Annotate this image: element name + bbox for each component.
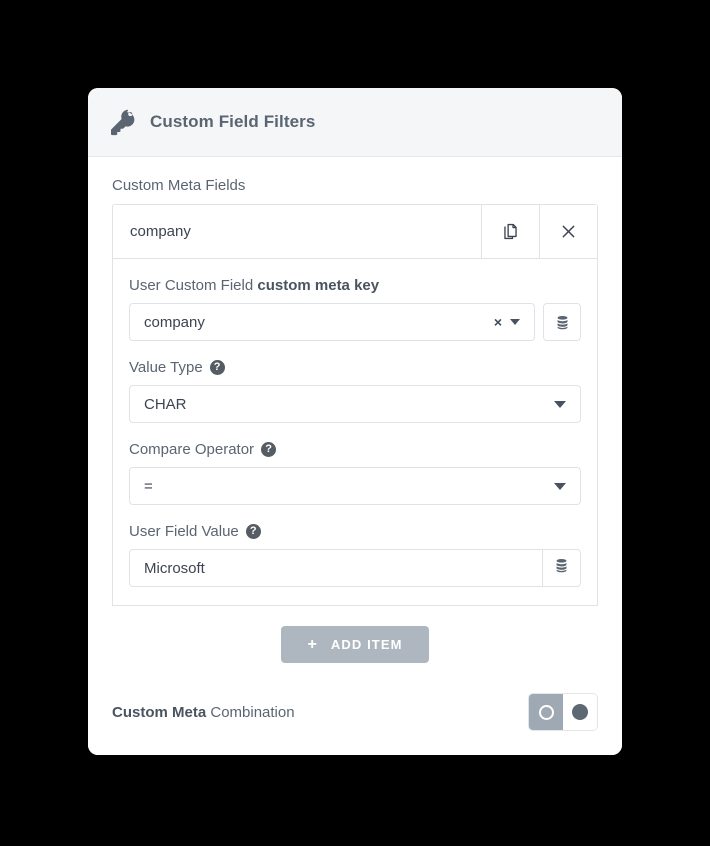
meta-field-item-row: company [112, 204, 598, 259]
chevron-down-icon [554, 401, 566, 408]
custom-field-label-prefix: User Custom Field [129, 277, 258, 294]
custom-field-filters-card: Custom Field Filters Custom Meta Fields … [88, 88, 622, 755]
add-item-button[interactable]: + ADD ITEM [281, 626, 429, 663]
value-type-label: Value Type ? [129, 359, 581, 376]
card-header: Custom Field Filters [88, 88, 622, 157]
copy-icon [501, 222, 520, 241]
duplicate-item-button[interactable] [481, 205, 539, 258]
custom-field-database-button[interactable] [543, 303, 581, 341]
card-body: Custom Meta Fields company User Custom F… [88, 157, 622, 755]
custom-meta-fields-label: Custom Meta Fields [112, 177, 598, 194]
combination-label-rest: Combination [206, 703, 295, 721]
user-field-value-database-button[interactable] [542, 550, 580, 586]
key-icon [108, 107, 138, 137]
compare-operator-label-text: Compare Operator [129, 441, 255, 458]
custom-field-label: User Custom Field custom meta key [129, 277, 581, 294]
card-title: Custom Field Filters [150, 112, 316, 131]
custom-meta-fields-label-text: Custom Meta Fields [112, 177, 246, 194]
add-item-row: + ADD ITEM [112, 626, 598, 663]
toggle-segment-on[interactable] [529, 694, 563, 730]
database-icon [554, 314, 571, 331]
plus-icon: + [307, 635, 318, 653]
custom-meta-combination-row: Custom Meta Combination [112, 689, 598, 731]
custom-field-label-strong: custom meta key [257, 277, 380, 294]
user-field-value-control-group: Microsoft [129, 549, 581, 587]
custom-field-control-group: company × [129, 303, 581, 341]
user-field-value-input[interactable]: Microsoft [130, 550, 542, 586]
chevron-down-icon [554, 483, 566, 490]
help-icon[interactable]: ? [245, 524, 261, 539]
database-icon [553, 557, 570, 579]
page-background: Custom Field Filters Custom Meta Fields … [0, 0, 710, 846]
custom-meta-combination-label: Custom Meta Combination [112, 704, 295, 721]
custom-field-select[interactable]: company × [129, 303, 535, 341]
value-type-value: CHAR [144, 395, 187, 413]
toggle-segment-off[interactable] [563, 694, 597, 730]
combination-label-strong: Custom Meta [112, 703, 207, 721]
compare-operator-value: = [144, 477, 153, 495]
help-icon[interactable]: ? [261, 442, 277, 457]
user-field-value-label: User Field Value ? [129, 523, 581, 540]
compare-operator-label: Compare Operator ? [129, 441, 581, 458]
item-title: company [130, 223, 191, 240]
user-field-value-label-text: User Field Value [129, 523, 239, 540]
value-type-select[interactable]: CHAR [129, 385, 581, 423]
value-type-label-text: Value Type [129, 359, 203, 376]
help-icon[interactable]: ? [209, 360, 225, 375]
chevron-down-icon[interactable] [510, 319, 520, 325]
meta-field-details-panel: User Custom Field custom meta key compan… [112, 259, 598, 606]
add-item-label: ADD ITEM [330, 637, 403, 652]
custom-meta-combination-toggle[interactable] [528, 693, 598, 731]
circle-outline-icon [538, 704, 554, 720]
close-icon [559, 222, 578, 241]
compare-operator-select[interactable]: = [129, 467, 581, 505]
clear-selection-icon[interactable]: × [490, 315, 510, 329]
remove-item-button[interactable] [539, 205, 597, 258]
custom-field-selected-value: company [144, 313, 205, 331]
circle-filled-icon [572, 704, 588, 720]
